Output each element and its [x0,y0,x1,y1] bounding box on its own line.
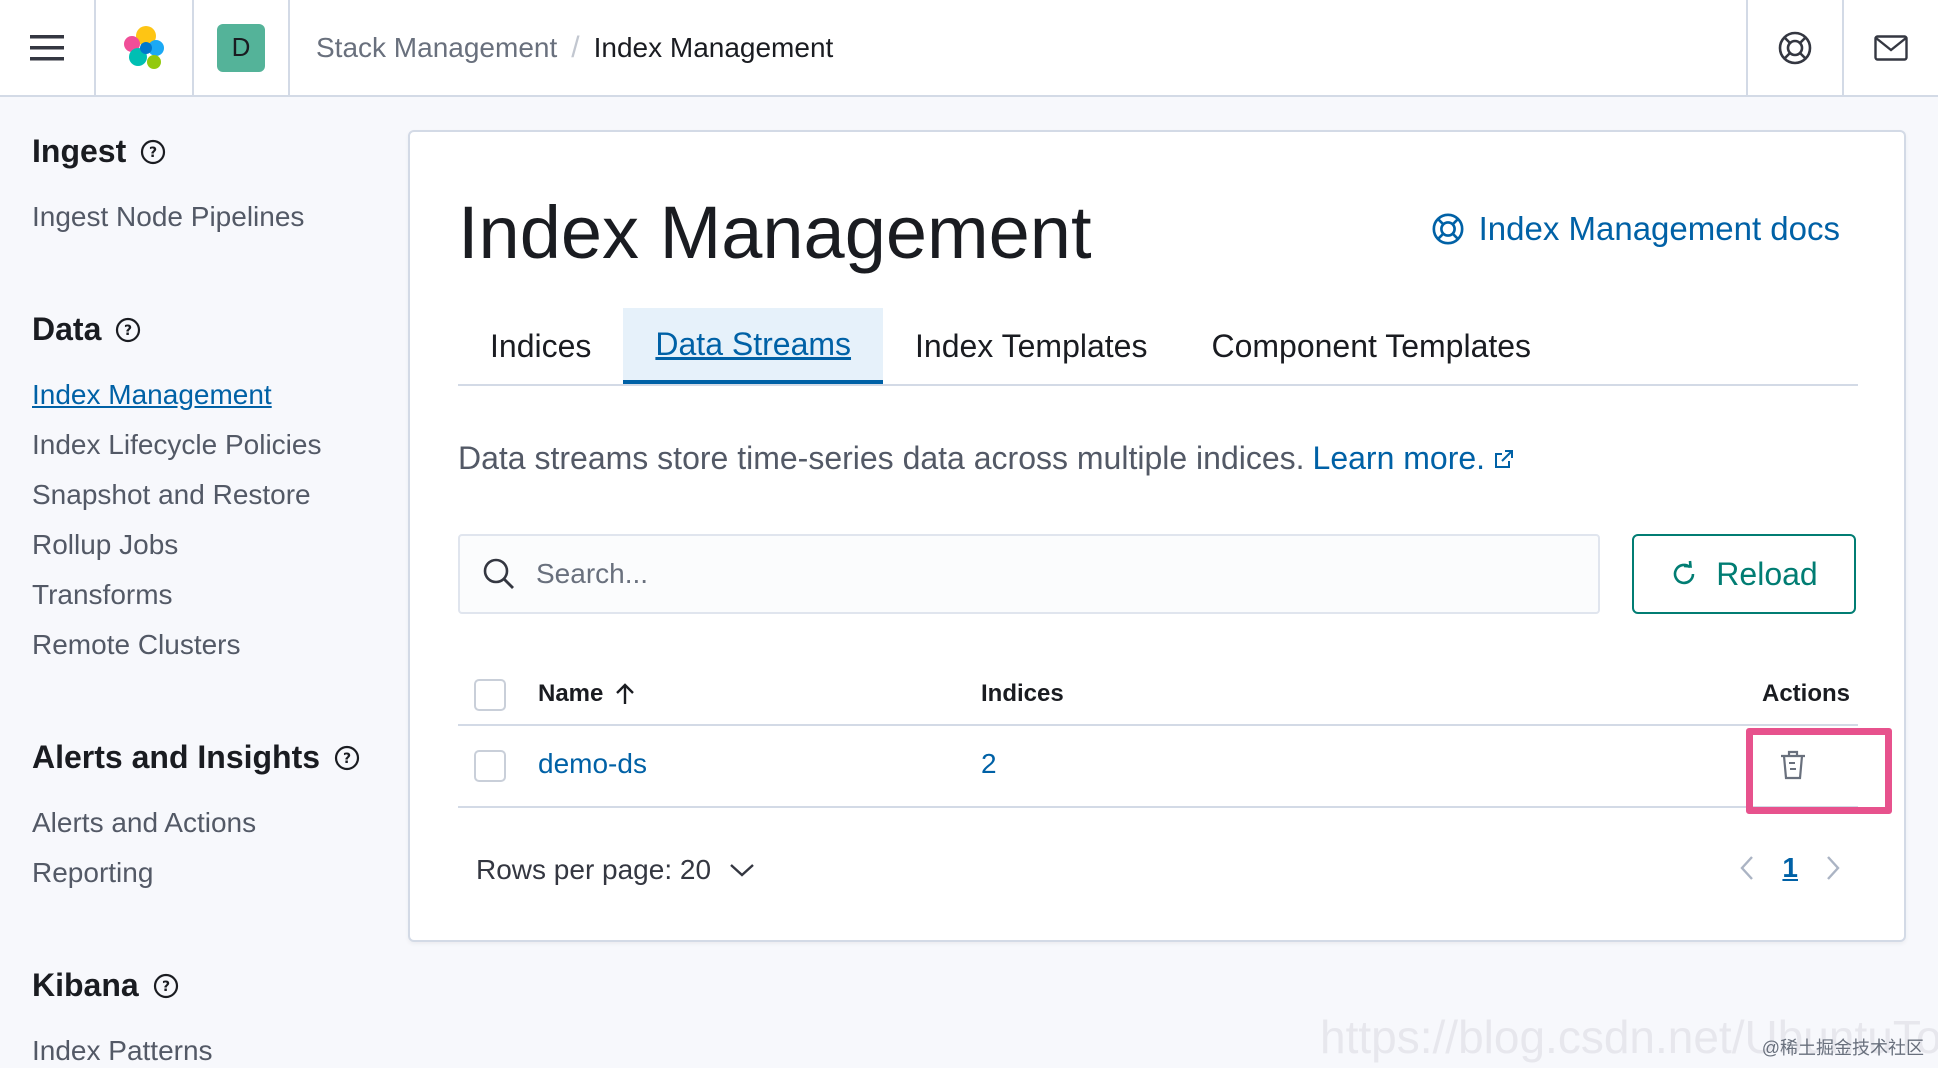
breadcrumb-separator: / [571,30,580,64]
search-box [458,534,1600,614]
svg-text:?: ? [162,979,170,995]
sidebar-item-index-lifecycle-policies[interactable]: Index Lifecycle Policies [32,429,321,461]
sidebar-item-snapshot-and-restore[interactable]: Snapshot and Restore [32,479,311,511]
pagination-page-1[interactable]: 1 [1782,852,1798,884]
column-header-name-label: Name [538,680,604,707]
sidebar-group-title: Ingest [32,133,127,169]
table-header: Name Indices Actions [458,664,1858,726]
pagination: 1 [1738,852,1842,884]
trash-icon [1781,750,1805,780]
rows-per-page-label: Rows per page: 20 [476,854,712,885]
sidebar-group-ingest: Ingest ? [32,133,166,170]
description-text: Data streams store time-series data acro… [458,440,1305,476]
space-selector[interactable]: D [194,0,290,96]
data-streams-description: Data streams store time-series data acro… [458,440,1515,477]
sidebar-item-transforms[interactable]: Transforms [32,579,173,611]
rows-per-page-button[interactable]: Rows per page: 20 [476,854,755,886]
search-input[interactable] [536,558,1536,590]
refresh-icon [1674,560,1695,585]
tab-component-templates[interactable]: Component Templates [1179,308,1563,384]
row-checkbox[interactable] [474,750,506,782]
sidebar-group-title: Alerts and Insights [32,739,321,775]
tab-indices[interactable]: Indices [458,308,623,384]
learn-more-link[interactable]: Learn more. [1313,440,1486,477]
sidebar-group-alerts-and-insights: Alerts and Insights ? [32,739,360,776]
help-menu-button[interactable] [1746,0,1842,96]
elastic-logo-link[interactable] [96,0,194,96]
column-header-indices[interactable]: Indices [981,680,1064,708]
chevron-right-icon[interactable] [1824,854,1842,882]
page-title: Index Management [458,191,1092,274]
help-lifebuoy-icon [1778,31,1812,64]
main-panel: Index Management Index Management docs I… [408,130,1906,942]
indices-count-link[interactable]: 2 [981,748,997,780]
breadcrumb-index-management: Index Management [593,31,834,63]
chevron-down-icon [730,864,754,877]
sidebar-group-title: Kibana [32,967,139,1003]
sidebar-group-title: Data [32,311,102,347]
svg-text:?: ? [343,751,351,767]
mail-icon [1874,34,1908,61]
sort-ascending-icon [616,683,635,704]
newsfeed-button[interactable] [1842,0,1938,96]
sidebar-item-remote-clusters[interactable]: Remote Clusters [32,629,241,661]
menu-button[interactable] [0,0,96,96]
watermark-text: @稀土掘金技术社区 [1761,1038,1924,1058]
sidebar-nav: Ingest ? Ingest Node Pipelines Data ? In… [32,97,392,1068]
svg-text:?: ? [149,145,157,161]
sidebar-group-data: Data ? [32,311,141,348]
table-row: demo-ds 2 [458,726,1858,808]
sidebar-item-index-patterns[interactable]: Index Patterns [32,1035,213,1067]
external-link-icon[interactable] [1493,448,1515,470]
sidebar-item-rollup-jobs[interactable]: Rollup Jobs [32,529,178,561]
reload-button[interactable]: Reload [1632,534,1856,614]
space-avatar: D [217,23,265,72]
sidebar-item-index-management[interactable]: Index Management [32,379,272,411]
question-circle-icon[interactable]: ? [115,317,141,343]
sidebar-item-reporting[interactable]: Reporting [32,857,153,889]
docs-link[interactable]: Index Management docs [1431,210,1840,248]
elastic-logo-icon [124,25,164,69]
docs-link-label: Index Management docs [1478,210,1840,247]
question-circle-icon[interactable]: ? [140,139,166,165]
svg-text:?: ? [124,323,132,339]
tab-index-templates[interactable]: Index Templates [883,308,1179,384]
breadcrumb-stack-management[interactable]: Stack Management [316,32,557,64]
search-icon [483,558,514,589]
delete-data-stream-button[interactable] [1760,732,1826,798]
help-lifebuoy-icon [1432,213,1464,245]
sidebar-item-ingest-node-pipelines[interactable]: Ingest Node Pipelines [32,201,304,233]
tab-bar: Indices Data Streams Index Templates Com… [458,308,1858,386]
top-header: D Stack Management / Index Management [0,0,1938,97]
tab-data-streams[interactable]: Data Streams [623,308,884,384]
sidebar-group-kibana: Kibana ? [32,967,179,1004]
select-all-checkbox[interactable] [474,679,506,711]
reload-label: Reload [1716,555,1818,592]
chevron-left-icon[interactable] [1738,854,1756,882]
breadcrumb: Stack Management / Index Management [290,31,1746,65]
sidebar-item-alerts-and-actions[interactable]: Alerts and Actions [32,807,256,839]
column-header-actions: Actions [1762,680,1851,707]
data-stream-name-link[interactable]: demo-ds [538,748,647,780]
menu-icon [30,34,64,60]
column-header-name[interactable]: Name [538,680,637,708]
question-circle-icon[interactable]: ? [334,745,360,771]
question-circle-icon[interactable]: ? [153,973,179,999]
